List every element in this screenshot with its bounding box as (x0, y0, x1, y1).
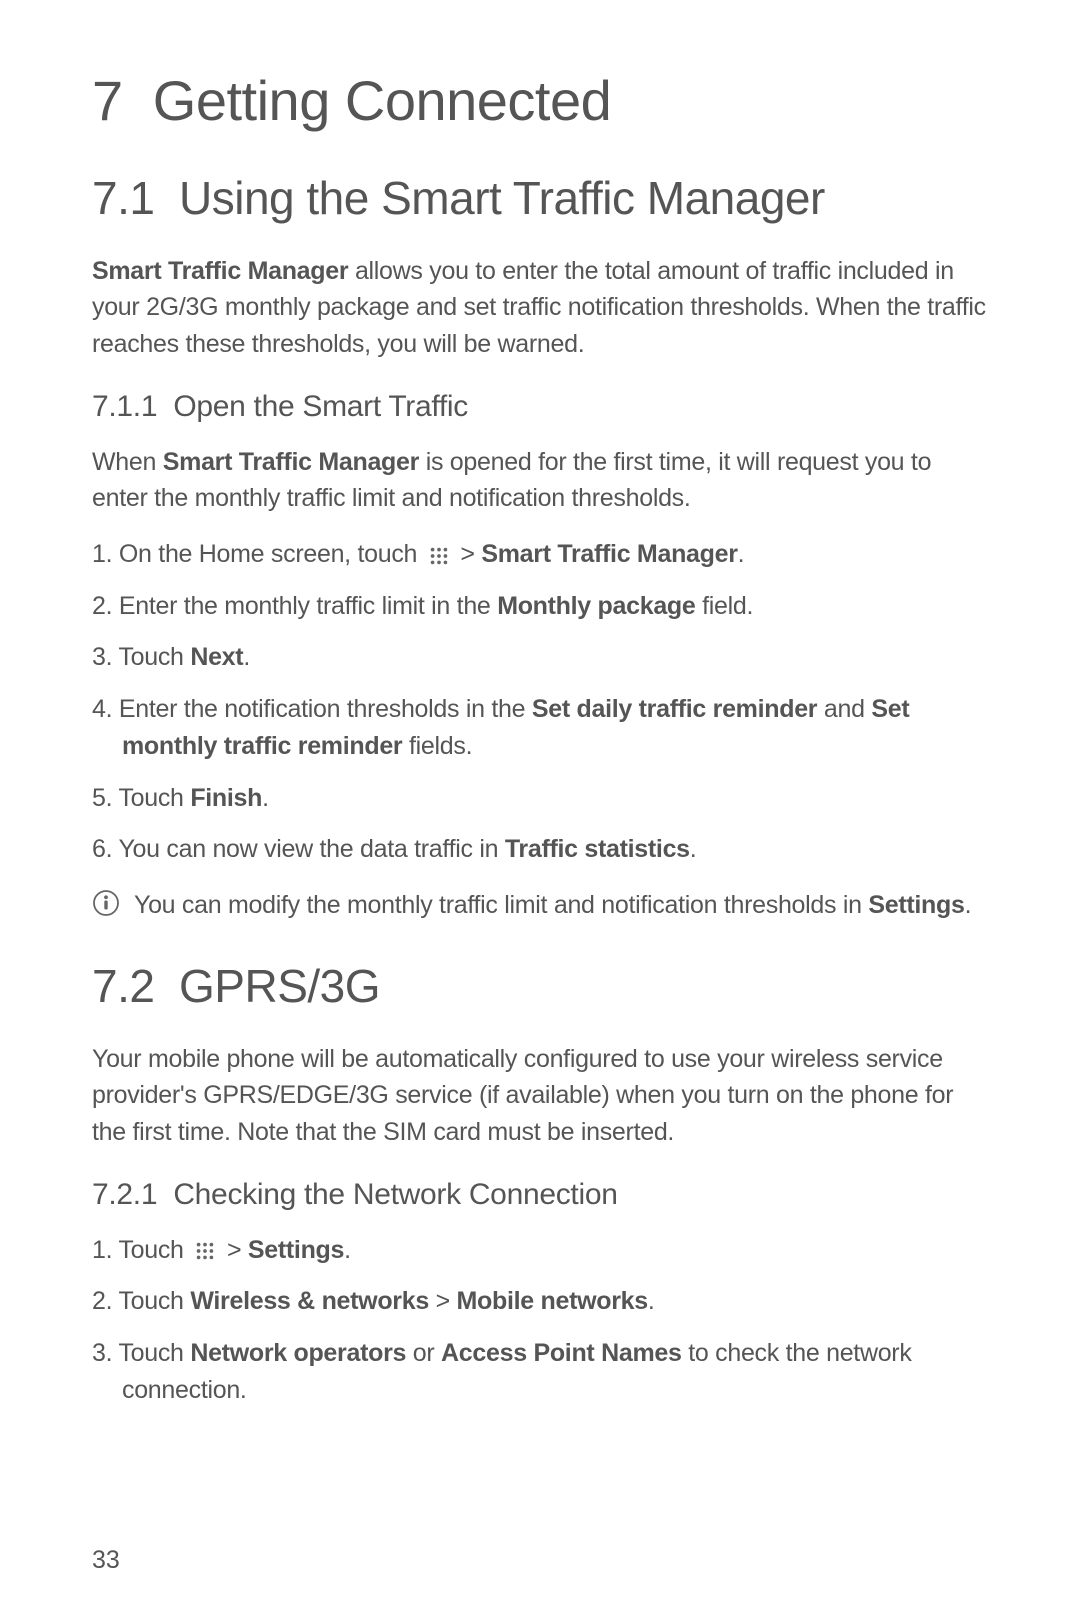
subsection-number: 7.2.1 (92, 1178, 157, 1211)
body-text: . (262, 784, 269, 812)
note-text: You can modify the monthly traffic limit… (134, 887, 971, 923)
body-text: On the Home screen, touch (119, 540, 424, 568)
step-number: 3. (92, 643, 112, 671)
bold-text: Settings (248, 1236, 344, 1264)
list-item: 3. Touch Next. (92, 639, 988, 677)
bold-text: Monthly package (497, 592, 695, 620)
bold-text: Mobile networks (457, 1287, 648, 1315)
body-text: When (92, 448, 163, 476)
apps-grid-icon (194, 1240, 216, 1262)
section-heading-7-2: 7.2 GPRS/3G (92, 959, 988, 1013)
list-item: 1. Touch > Settings. (92, 1232, 988, 1270)
body-text: > (429, 1287, 457, 1315)
bold-text: Finish (190, 784, 262, 812)
bold-text: Settings (868, 891, 964, 919)
body-text: > (220, 1236, 248, 1264)
bold-text: Smart Traffic Manager (481, 540, 737, 568)
steps-list-7-1-1: 1. On the Home screen, touch > Smart Tra… (92, 536, 988, 869)
body-text: . (965, 891, 972, 919)
body-text: Touch (118, 1287, 190, 1315)
section-number: 7.1 (92, 172, 154, 224)
step-number: 2. (92, 592, 112, 620)
body-text: You can now view the data traffic in (118, 835, 504, 863)
body-text: . (690, 835, 697, 863)
subsection-heading-7-2-1: 7.2.1 Checking the Network Connection (92, 1178, 988, 1212)
step-number: 4. (92, 695, 112, 723)
info-icon (92, 889, 120, 922)
bold-text: Smart Traffic Manager (92, 257, 348, 285)
section-number: 7.2 (92, 960, 154, 1012)
body-text: . (243, 643, 250, 671)
subsection-heading-7-1-1: 7.1.1 Open the Smart Traffic (92, 390, 988, 424)
steps-list-7-2-1: 1. Touch > Settings. 2. Touch Wireless &… (92, 1232, 988, 1410)
section-heading-7-1: 7.1 Using the Smart Traffic Manager (92, 171, 988, 225)
page-number: 33 (92, 1546, 120, 1575)
list-item: 3. Touch Network operators or Access Poi… (92, 1335, 988, 1410)
section-title: GPRS/3G (179, 960, 380, 1012)
subsection-number: 7.1.1 (92, 390, 157, 423)
subsection-7-1-1-intro: When Smart Traffic Manager is opened for… (92, 444, 988, 517)
bold-text: Access Point Names (441, 1339, 682, 1367)
section-title: Using the Smart Traffic Manager (179, 172, 825, 224)
list-item: 6. You can now view the data traffic in … (92, 831, 988, 869)
body-text: fields. (402, 732, 472, 760)
bold-text: Network operators (190, 1339, 406, 1367)
body-text: . (344, 1236, 351, 1264)
body-text: and (817, 695, 871, 723)
body-text: . (738, 540, 745, 568)
body-text: > (454, 540, 482, 568)
list-item: 5. Touch Finish. (92, 780, 988, 818)
subsection-title: Checking the Network Connection (173, 1178, 617, 1211)
step-number: 3. (92, 1339, 112, 1367)
step-number: 1. (92, 1236, 112, 1264)
list-item: 4. Enter the notification thresholds in … (92, 691, 988, 766)
chapter-number: 7 (92, 69, 123, 132)
chapter-title: Getting Connected (153, 69, 611, 132)
bold-text: Set daily traffic reminder (532, 695, 817, 723)
bold-text: Next (190, 643, 243, 671)
body-text: field. (696, 592, 754, 620)
bold-text: Wireless & networks (190, 1287, 429, 1315)
bold-text: Smart Traffic Manager (163, 448, 419, 476)
body-text: Touch (118, 1236, 190, 1264)
apps-grid-icon (428, 545, 450, 567)
body-text: . (648, 1287, 655, 1315)
list-item: 2. Enter the monthly traffic limit in th… (92, 588, 988, 626)
list-item: 1. On the Home screen, touch > Smart Tra… (92, 536, 988, 574)
list-item: 2. Touch Wireless & networks > Mobile ne… (92, 1283, 988, 1321)
body-text: Touch (118, 643, 190, 671)
section-7-2-intro: Your mobile phone will be automatically … (92, 1041, 988, 1150)
step-number: 1. (92, 540, 112, 568)
subsection-title: Open the Smart Traffic (173, 390, 468, 423)
body-text: Enter the notification thresholds in the (119, 695, 532, 723)
step-number: 2. (92, 1287, 112, 1315)
bold-text: Traffic statistics (505, 835, 690, 863)
section-7-1-intro: Smart Traffic Manager allows you to ente… (92, 253, 988, 362)
body-text: Touch (118, 784, 190, 812)
body-text: or (406, 1339, 441, 1367)
body-text: Touch (118, 1339, 190, 1367)
body-text: You can modify the monthly traffic limit… (134, 891, 868, 919)
document-page: 7 Getting Connected 7.1 Using the Smart … (0, 0, 1080, 1617)
note-callout: You can modify the monthly traffic limit… (92, 887, 988, 923)
step-number: 6. (92, 835, 112, 863)
step-number: 5. (92, 784, 112, 812)
body-text: Enter the monthly traffic limit in the (119, 592, 497, 620)
chapter-heading: 7 Getting Connected (92, 68, 988, 133)
